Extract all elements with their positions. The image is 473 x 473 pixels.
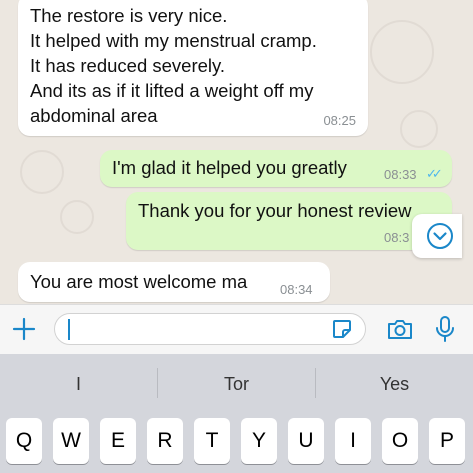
message-text: And its as if it lifted a weight off my [30, 80, 314, 101]
key-u[interactable]: U [288, 418, 324, 464]
keyboard-suggestion[interactable]: Yes [316, 372, 473, 396]
key-w[interactable]: W [53, 418, 89, 464]
message-text: Thank you for your honest review [138, 200, 412, 221]
sticker-icon[interactable] [331, 318, 353, 340]
chevron-down-icon [427, 223, 453, 249]
message-text: It helped with my menstrual cramp. [30, 30, 317, 51]
message-time: 08:25 [323, 113, 356, 128]
wallpaper-doodle [20, 150, 64, 194]
message-text: abdominal area [30, 105, 158, 126]
message-bubble-incoming[interactable]: The restore is very nice. It helped with… [18, 0, 368, 136]
camera-icon[interactable] [386, 317, 414, 341]
message-text: The restore is very nice. [30, 5, 228, 26]
message-time: 08:3 [384, 230, 410, 245]
keyboard-suggestion[interactable]: Tor [158, 372, 315, 396]
message-bubble-outgoing[interactable]: Thank you for your honest review 08:3 [126, 192, 452, 250]
message-text: It has reduced severely. [30, 55, 226, 76]
key-q[interactable]: Q [6, 418, 42, 464]
message-bubble-incoming[interactable]: You are most welcome ma 08:34 [18, 262, 330, 302]
key-e[interactable]: E [100, 418, 136, 464]
message-time: 08:34 [280, 282, 313, 297]
scroll-to-bottom-button[interactable] [412, 214, 462, 258]
keyboard-suggestion[interactable]: I [0, 372, 157, 396]
plus-icon[interactable] [12, 317, 36, 341]
message-composer [0, 304, 473, 355]
wallpaper-doodle [60, 200, 94, 234]
wallpaper-doodle [400, 110, 438, 148]
key-r[interactable]: R [147, 418, 183, 464]
message-time: 08:33 [384, 167, 417, 182]
key-t[interactable]: T [194, 418, 230, 464]
message-text: I'm glad it helped you greatly [112, 157, 347, 178]
read-receipt-icon: ✓✓ [426, 166, 443, 181]
message-text: You are most welcome ma [30, 271, 248, 292]
text-cursor [68, 319, 70, 340]
key-p[interactable]: P [429, 418, 465, 464]
key-o[interactable]: O [382, 418, 418, 464]
key-i[interactable]: I [335, 418, 371, 464]
message-input[interactable] [54, 313, 366, 345]
message-bubble-outgoing[interactable]: I'm glad it helped you greatly 08:33 ✓✓ [100, 150, 452, 187]
key-y[interactable]: Y [241, 418, 277, 464]
wallpaper-doodle [370, 20, 434, 84]
microphone-icon[interactable] [434, 315, 456, 343]
chat-area: The restore is very nice. It helped with… [0, 0, 473, 304]
